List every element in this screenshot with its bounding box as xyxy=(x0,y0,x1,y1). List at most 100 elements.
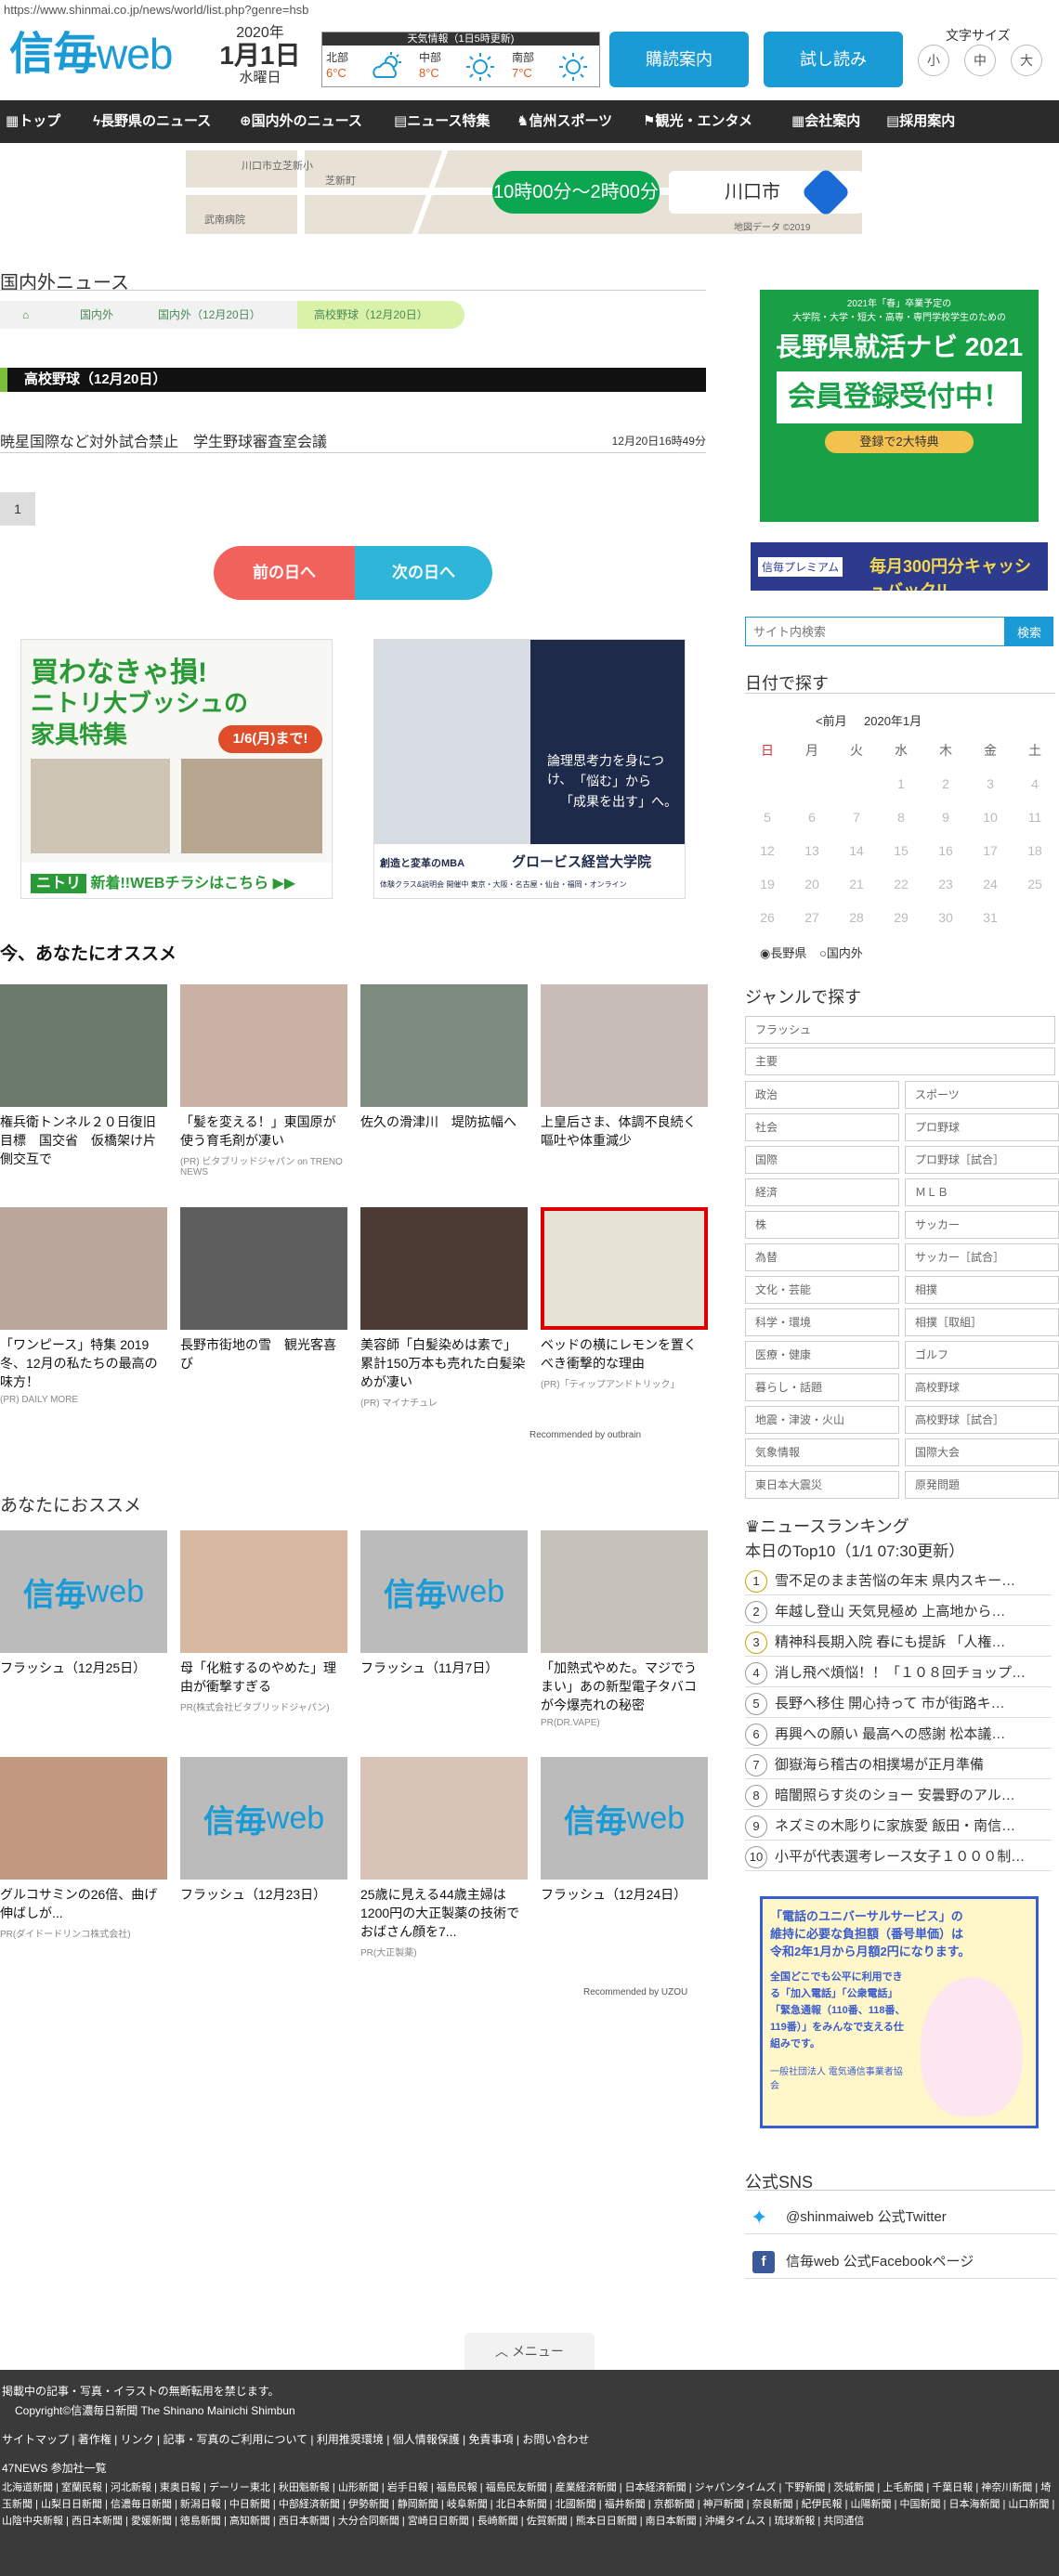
font-medium-button[interactable]: 中 xyxy=(964,45,996,76)
ranking-item[interactable]: 9 ネズミの木彫りに家族愛 飯田・南信… xyxy=(745,1813,1052,1841)
breadcrumb-item[interactable]: 国内外（12月20日） xyxy=(158,301,261,329)
nav-nagano[interactable]: ϟ長野県のニュース xyxy=(93,100,211,143)
footer-papers[interactable]: 北海道新聞 | 室蘭民報 | 河北新報 | 東奥日報 | デーリー東北 | 秋田… xyxy=(2,2479,1057,2530)
calendar-day[interactable]: 30 xyxy=(923,901,968,934)
ranking-item[interactable]: 2 年越し登山 天気見極め 上高地から… xyxy=(745,1598,1052,1626)
genre-item[interactable]: 社会 xyxy=(745,1113,899,1141)
genre-item[interactable]: 高校野球 xyxy=(905,1373,1059,1401)
nav-recruit[interactable]: ▤採用案内 xyxy=(886,100,955,143)
breadcrumb-item[interactable]: 国内外 xyxy=(80,301,113,329)
uzou-credit[interactable]: Recommended by UZOU xyxy=(583,1987,687,1997)
ranking-item[interactable]: 5 長野へ移住 開心持って 市が街路キ… xyxy=(745,1690,1052,1718)
ranking-item[interactable]: 1 雪不足のまま苦悩の年末 県内スキー… xyxy=(745,1568,1052,1595)
footer-link[interactable]: 個人情報保護 xyxy=(393,2433,460,2446)
outbrain-credit[interactable]: Recommended by outbrain xyxy=(530,1430,641,1440)
calendar-day[interactable]: 23 xyxy=(923,867,968,901)
genre-item[interactable]: 文化・芸能 xyxy=(745,1276,899,1304)
twitter-link[interactable]: ✦ @shinmaiweb 公式Twitter xyxy=(745,2201,1057,2234)
genre-item[interactable]: 地震・津波・火山 xyxy=(745,1406,899,1434)
calendar-day[interactable]: 20 xyxy=(790,867,834,901)
footer-link[interactable]: 記事・写真のご利用について xyxy=(163,2433,307,2446)
genre-item[interactable]: スポーツ xyxy=(905,1081,1059,1109)
genre-item[interactable]: プロ野球 xyxy=(905,1113,1059,1141)
next-day-button[interactable]: 次の日へ xyxy=(355,546,492,600)
nav-tourism[interactable]: ⚑観光・エンタメ xyxy=(643,100,752,143)
weather-box[interactable]: 天気情報（1日5時更新) 北部 6°C 中部 8°C 南部 7°C xyxy=(321,32,600,87)
footer-47news[interactable]: 47NEWS 参加社一覧 xyxy=(2,2460,1057,2476)
footer-link[interactable]: 著作権 xyxy=(78,2433,111,2446)
genre-item[interactable]: ゴルフ xyxy=(905,1341,1059,1369)
recommend-card[interactable]: 信毎 web フラッシュ（11月7日） xyxy=(360,1530,528,1677)
calendar-day[interactable]: 3 xyxy=(968,767,1013,800)
genre-item[interactable]: サッカー［試合］ xyxy=(905,1243,1059,1271)
calendar-day[interactable]: 14 xyxy=(834,834,879,867)
genre-item[interactable]: 科学・環境 xyxy=(745,1308,899,1336)
footer-link[interactable]: 利用推奨環境 xyxy=(317,2433,384,2446)
recommend-card[interactable]: グルコサミンの26倍、曲げ伸ばしが... PR(ダイドードリンコ株式会社) xyxy=(0,1757,167,1940)
ranking-item[interactable]: 7 御嶽海ら稽古の相撲場が正月準備 xyxy=(745,1751,1052,1779)
recommend-card[interactable]: 長野市街地の雪 観光客喜び xyxy=(180,1207,347,1373)
ranking-item[interactable]: 10 小平が代表選考レース女子１０００制… xyxy=(745,1843,1052,1871)
trial-button[interactable]: 試し読み xyxy=(764,32,903,87)
nav-sports[interactable]: ♞信州スポーツ xyxy=(516,100,612,143)
calendar-day[interactable]: 28 xyxy=(834,901,879,934)
recommend-card[interactable]: 母「化粧するのやめた」理由が衝撃すぎる PR(株式会社ビタブリッドジャパン) xyxy=(180,1530,347,1713)
nav-company[interactable]: ▦会社案内 xyxy=(791,100,860,143)
calendar-day[interactable]: 1 xyxy=(879,767,923,800)
genre-item[interactable]: 国際大会 xyxy=(905,1438,1059,1466)
genre-item[interactable]: 暮らし・話題 xyxy=(745,1373,899,1401)
genre-item[interactable]: フラッシュ xyxy=(745,1016,1055,1044)
footer-link[interactable]: 免責事項 xyxy=(469,2433,514,2446)
genre-item[interactable]: 東日本大震災 xyxy=(745,1471,899,1499)
font-small-button[interactable]: 小 xyxy=(918,45,949,76)
recommend-card[interactable]: 信毎 web フラッシュ（12月23日） xyxy=(180,1757,347,1904)
calendar-day[interactable]: 13 xyxy=(790,834,834,867)
recommend-card[interactable]: 「ワンピース」特集 2019冬、12月の私たちの最高の味方！ (PR) DAILY… xyxy=(0,1207,167,1405)
page-number[interactable]: 1 xyxy=(0,492,35,526)
nav-feature[interactable]: ▤ニュース特集 xyxy=(394,100,490,143)
genre-item[interactable]: ＭＬＢ xyxy=(905,1178,1059,1206)
facebook-link[interactable]: f 信毎web 公式Facebookページ xyxy=(745,2245,1057,2279)
recommend-card[interactable]: 美容師「白髪染めは素で」累計150万本も売れた白髪染めが凄い (PR) マイナチュ… xyxy=(360,1207,528,1409)
genre-item[interactable]: 為替 xyxy=(745,1243,899,1271)
recommend-card[interactable]: 25歳に見える44歳主婦は1200円の大正製薬の技術でおばさん顔を7... PR(… xyxy=(360,1757,528,1958)
calendar-day[interactable]: 2 xyxy=(923,767,968,800)
recommend-card[interactable]: 信毎 web フラッシュ（12月25日） xyxy=(0,1530,167,1677)
radio-nagano[interactable]: ◉ xyxy=(760,946,770,960)
calendar-day[interactable]: 11 xyxy=(1013,800,1057,834)
genre-item[interactable]: 気象情報 xyxy=(745,1438,899,1466)
recommend-card[interactable]: 上皇后さま、体調不良続く 嘔吐や体重減少 xyxy=(541,984,709,1150)
ranking-item[interactable]: 3 精神科長期入院 春にも提訴 「人権… xyxy=(745,1629,1052,1657)
home-icon[interactable]: ⌂ xyxy=(22,301,29,329)
calendar-day[interactable]: 12 xyxy=(745,834,790,867)
prev-month-link[interactable]: <前月 xyxy=(816,711,847,729)
site-search-input[interactable] xyxy=(745,617,1005,646)
subscribe-button[interactable]: 購読案内 xyxy=(609,32,749,87)
calendar-day[interactable]: 21 xyxy=(834,867,879,901)
footer-link[interactable]: リンク xyxy=(121,2433,154,2446)
map-ad[interactable]: 川口市立芝新小 芝新町 武南病院 10時00分～2時00分 川口市 地図データ … xyxy=(186,150,862,234)
search-button[interactable]: 検索 xyxy=(1005,617,1053,646)
genre-item[interactable]: 国際 xyxy=(745,1146,899,1174)
nav-world[interactable]: ⊕国内外のニュース xyxy=(240,100,362,143)
genre-item[interactable]: サッカー xyxy=(905,1211,1059,1239)
universal-service-ad[interactable]: 「電話のユニバーサルサービス」の 維持に必要な負担額（番号単価）は 令和2年1月… xyxy=(760,1896,1039,2128)
calendar-day[interactable]: 29 xyxy=(879,901,923,934)
radio-world[interactable]: ○ xyxy=(819,946,827,960)
calendar-day[interactable]: 18 xyxy=(1013,834,1057,867)
footer-link[interactable]: お問い合わせ xyxy=(522,2433,589,2446)
calendar-day[interactable]: 19 xyxy=(745,867,790,901)
recommend-card[interactable]: 「髪を変える！」東国原が使う育毛剤が凄い (PR) ビタブリッドジャパン on T… xyxy=(180,984,347,1177)
recommend-card[interactable]: 佐久の滑津川 堤防拡幅へ xyxy=(360,984,528,1131)
genre-item[interactable]: 医療・健康 xyxy=(745,1341,899,1369)
genre-item[interactable]: 高校野球［試合］ xyxy=(905,1406,1059,1434)
calendar-day[interactable]: 17 xyxy=(968,834,1013,867)
calendar-day[interactable]: 26 xyxy=(745,901,790,934)
calendar-day[interactable]: 24 xyxy=(968,867,1013,901)
font-large-button[interactable]: 大 xyxy=(1011,45,1042,76)
calendar-day[interactable]: 5 xyxy=(745,800,790,834)
genre-item[interactable]: 株 xyxy=(745,1211,899,1239)
calendar-day[interactable]: 31 xyxy=(968,901,1013,934)
nav-top[interactable]: ▦トップ xyxy=(6,100,60,143)
genre-item[interactable]: 政治 xyxy=(745,1081,899,1109)
